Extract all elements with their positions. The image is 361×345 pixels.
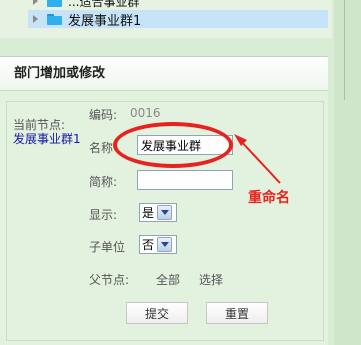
annotation-label: 重命名 (248, 190, 290, 206)
annotation-arrow (234, 134, 281, 184)
screenshot-stage: ...适合事业群 发展事业群1 部门增加或修改 当前节点: 发展事业群1 编码:… (0, 0, 361, 345)
